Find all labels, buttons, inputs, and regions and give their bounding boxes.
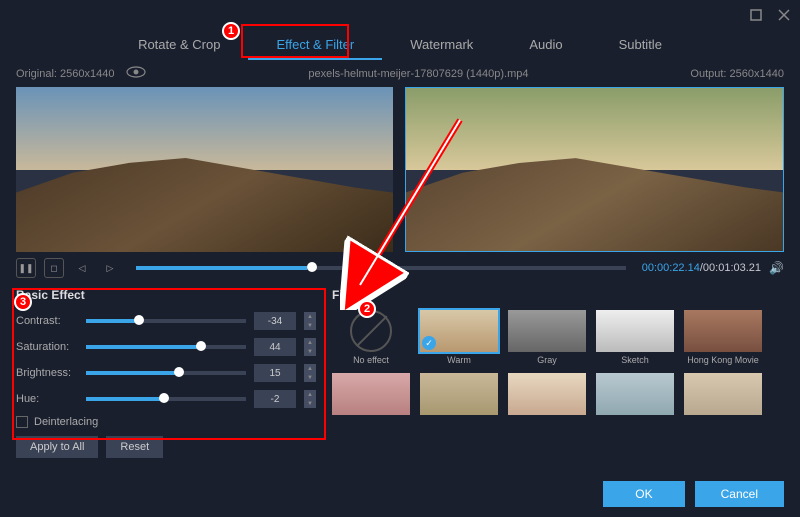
preview-output [405, 87, 784, 252]
slider-label: Saturation: [16, 341, 78, 353]
original-dimensions: Original: 2560x1440 [16, 68, 114, 80]
basic-effect-panel: Basic Effect Contrast: -34 ▲▼Saturation:… [16, 288, 316, 458]
spinner-down[interactable]: ▼ [304, 347, 316, 356]
filter-grid-row2 [332, 373, 784, 415]
preview-toggle-icon[interactable] [126, 66, 146, 81]
timeline-fill [136, 266, 307, 270]
slider-handle[interactable] [196, 341, 206, 351]
slider-value[interactable]: 15 [254, 364, 296, 382]
deinterlacing-row[interactable]: Deinterlacing [16, 416, 316, 428]
filter-gray[interactable]: Gray [508, 310, 586, 365]
info-bar: Original: 2560x1440 pexels-helmut-meijer… [0, 60, 800, 87]
filter-more-1[interactable] [420, 373, 498, 415]
current-time: 00:00:22.14 [642, 262, 700, 274]
filename: pexels-helmut-meijer-17807629 (1440p).mp… [308, 68, 528, 80]
slider-value[interactable]: -2 [254, 390, 296, 408]
timeline-handle[interactable] [307, 262, 317, 272]
filter-label: Gray [537, 355, 557, 365]
filter-thumb [596, 310, 674, 352]
bottom-section: Basic Effect Contrast: -34 ▲▼Saturation:… [0, 284, 800, 458]
filter-label: Warm [447, 355, 471, 365]
tab-subtitle[interactable]: Subtitle [591, 30, 690, 60]
tab-effect-filter[interactable]: Effect & Filter [248, 30, 382, 60]
output-dimensions: Output: 2560x1440 [690, 68, 784, 80]
slider-track[interactable] [86, 371, 246, 375]
volume-icon[interactable]: 🔊 [769, 261, 784, 275]
slider-value[interactable]: -34 [254, 312, 296, 330]
slider-handle[interactable] [159, 393, 169, 403]
filter-thumb [684, 373, 762, 415]
slider-track[interactable] [86, 345, 246, 349]
slider-handle[interactable] [134, 315, 144, 325]
spinner-down[interactable]: ▼ [304, 373, 316, 382]
slider-row-saturation: Saturation: 44 ▲▼ [16, 338, 316, 356]
filters-panel: Filters No effect ✓ Warm Gray Sketch Hong Kon… [332, 288, 784, 415]
slider-track[interactable] [86, 319, 246, 323]
filter-label: No effect [353, 355, 389, 365]
filter-sketch[interactable]: Sketch [596, 310, 674, 365]
slider-row-contrast: Contrast: -34 ▲▼ [16, 312, 316, 330]
tab-audio[interactable]: Audio [501, 30, 590, 60]
tab-bar: Rotate & Crop Effect & Filter Watermark … [0, 30, 800, 60]
filter-hong-kong-movie[interactable]: Hong Kong Movie [684, 310, 762, 365]
filter-no-effect[interactable]: No effect [332, 310, 410, 365]
spinner-up[interactable]: ▲ [304, 338, 316, 347]
next-frame-button[interactable]: ▷ [100, 258, 120, 278]
filter-thumb [332, 373, 410, 415]
basic-effect-title: Basic Effect [16, 288, 316, 302]
slider-value[interactable]: 44 [254, 338, 296, 356]
slider-label: Brightness: [16, 367, 78, 379]
annotation-badge-3: 3 [14, 293, 32, 311]
filter-thumb: ✓ [420, 310, 498, 352]
slider-row-hue: Hue: -2 ▲▼ [16, 390, 316, 408]
prev-frame-button[interactable]: ◁ [72, 258, 92, 278]
slider-handle[interactable] [174, 367, 184, 377]
slider-row-brightness: Brightness: 15 ▲▼ [16, 364, 316, 382]
tab-watermark[interactable]: Watermark [382, 30, 501, 60]
spinner-down[interactable]: ▼ [304, 399, 316, 408]
playback-controls: ❚❚ ◻ ◁ ▷ 00:00:22.14/00:01:03.21 🔊 [0, 252, 800, 284]
spinner-up[interactable]: ▲ [304, 312, 316, 321]
slider-label: Contrast: [16, 315, 78, 327]
check-icon: ✓ [422, 336, 436, 350]
deinterlacing-label: Deinterlacing [34, 416, 98, 428]
timeline[interactable] [136, 266, 626, 270]
cancel-button[interactable]: Cancel [695, 481, 784, 507]
annotation-badge-1: 1 [222, 22, 240, 40]
annotation-badge-2: 2 [358, 300, 376, 318]
slider-label: Hue: [16, 393, 78, 405]
preview-original [16, 87, 393, 252]
filter-more-4[interactable] [684, 373, 762, 415]
filter-label: Sketch [621, 355, 649, 365]
apply-to-all-button[interactable]: Apply to All [16, 436, 98, 458]
slider-track[interactable] [86, 397, 246, 401]
footer-buttons: OK Cancel [603, 481, 784, 507]
filter-more-3[interactable] [596, 373, 674, 415]
spinner-up[interactable]: ▲ [304, 390, 316, 399]
maximize-button[interactable] [748, 7, 764, 23]
filter-warm[interactable]: ✓ Warm [420, 310, 498, 365]
filter-thumb [596, 373, 674, 415]
reset-button[interactable]: Reset [106, 436, 163, 458]
filter-thumb [508, 310, 586, 352]
deinterlacing-checkbox[interactable] [16, 416, 28, 428]
filter-more-2[interactable] [508, 373, 586, 415]
filter-thumb [684, 310, 762, 352]
filters-title: Filters [332, 288, 784, 302]
spinner-down[interactable]: ▼ [304, 321, 316, 330]
filter-thumb [508, 373, 586, 415]
spinner-up[interactable]: ▲ [304, 364, 316, 373]
close-button[interactable] [776, 7, 792, 23]
filter-label: Hong Kong Movie [687, 355, 759, 365]
filter-grid: No effect ✓ Warm Gray Sketch Hong Kong Movie [332, 310, 784, 365]
filter-more-0[interactable] [332, 373, 410, 415]
ok-button[interactable]: OK [603, 481, 684, 507]
filter-thumb [420, 373, 498, 415]
total-time: 00:01:03.21 [703, 262, 761, 274]
stop-button[interactable]: ◻ [44, 258, 64, 278]
pause-button[interactable]: ❚❚ [16, 258, 36, 278]
preview-area [0, 87, 800, 252]
time-display: 00:00:22.14/00:01:03.21 [642, 262, 761, 274]
titlebar [0, 0, 800, 30]
